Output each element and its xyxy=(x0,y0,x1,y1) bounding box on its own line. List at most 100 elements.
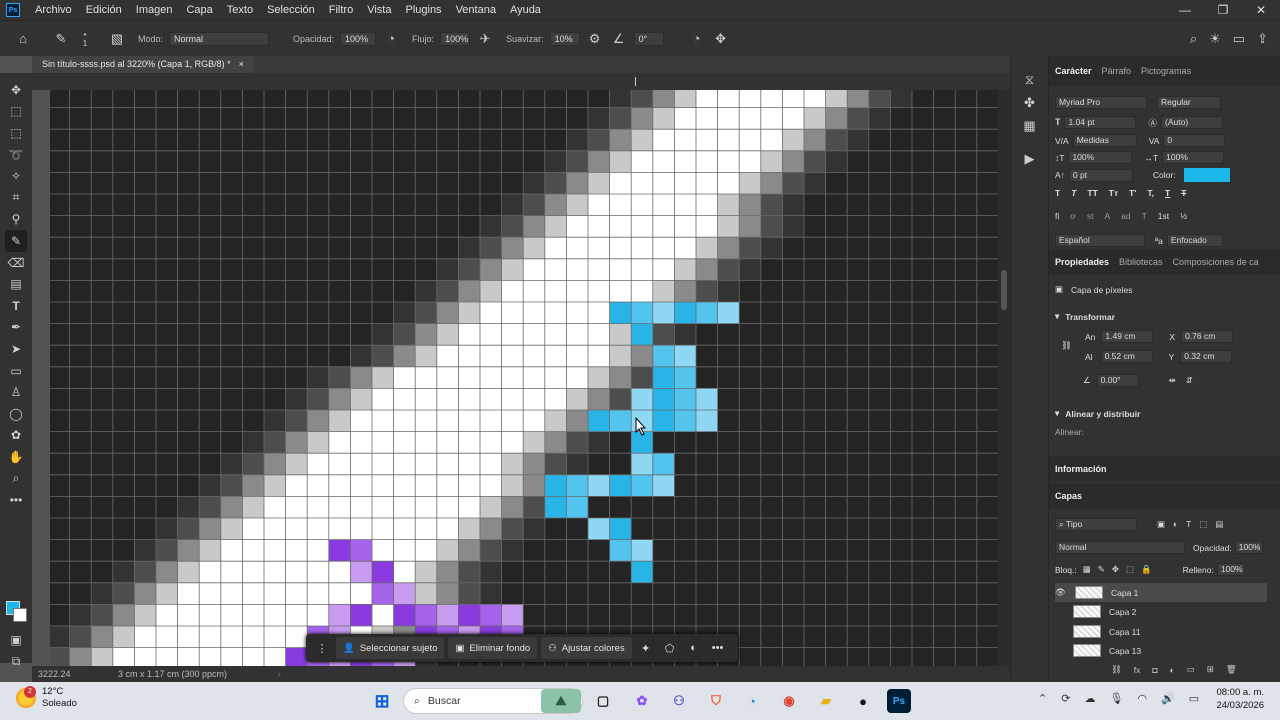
flip-vertical-icon[interactable]: ⇵ xyxy=(1186,375,1193,386)
layer-style-icon[interactable]: fx xyxy=(1134,665,1141,675)
battery-icon[interactable]: ▭ xyxy=(1189,692,1199,705)
horizontal-scale-input[interactable]: 100% xyxy=(1162,151,1225,164)
new-group-icon[interactable]: ▭ xyxy=(1187,664,1195,675)
layer-filter-select[interactable]: ⌕ Tipo xyxy=(1055,518,1137,531)
superscript-button[interactable]: T' xyxy=(1129,188,1136,198)
brush-tool-preset-icon[interactable]: ✎ xyxy=(52,30,70,48)
rectangle-tool-icon[interactable]: ▭ xyxy=(5,360,27,382)
pressure-opacity-icon[interactable]: ◔ xyxy=(382,30,400,48)
new-layer-icon[interactable]: ⊞ xyxy=(1207,664,1214,675)
font-style-select[interactable]: Regular xyxy=(1157,96,1221,109)
home-icon[interactable]: ⌂ xyxy=(14,30,32,48)
scroll-left-icon[interactable]: ‹ xyxy=(278,669,281,679)
drag-handle-icon[interactable]: ⋮ xyxy=(312,642,332,655)
tab-properties[interactable]: Propiedades xyxy=(1055,257,1109,267)
windows-start-icon[interactable]: ⊞ xyxy=(370,689,394,713)
menu-ventana[interactable]: Ventana xyxy=(449,4,503,16)
antialias-select[interactable]: Enfocado xyxy=(1166,234,1223,247)
menu-capa[interactable]: Capa xyxy=(179,4,219,16)
delete-layer-icon[interactable]: 🗑 xyxy=(1226,664,1237,675)
move-tool-icon[interactable]: ✥ xyxy=(5,79,27,101)
layer-row[interactable]: Capa 2 xyxy=(1073,602,1267,621)
remove-background-button[interactable]: ▣ Eliminar fondo xyxy=(448,637,538,659)
link-proportions-icon[interactable]: ⛓ xyxy=(1061,340,1072,351)
collapse-align-icon[interactable]: ▾ xyxy=(1055,408,1059,419)
opacity-input[interactable]: 100% xyxy=(340,31,377,46)
ellipse-tool-icon[interactable]: ◯ xyxy=(5,403,27,425)
share-icon[interactable]: ⇪ xyxy=(1257,31,1268,47)
tab-glyphs[interactable]: Pictogramas xyxy=(1141,66,1191,76)
menu-archivo[interactable]: Archivo xyxy=(28,4,79,16)
tab-libraries[interactable]: Bibliotecas xyxy=(1119,257,1163,267)
chrome-browser-icon[interactable]: ◉ xyxy=(777,689,801,713)
menu-seleccion[interactable]: Selección xyxy=(260,4,322,16)
all-caps-button[interactable]: TT xyxy=(1087,188,1097,198)
workspace-icon[interactable]: ▭ xyxy=(1233,31,1245,47)
weather-widget[interactable]: 2 12°C Soleado xyxy=(16,686,77,710)
fractions-button[interactable]: ½ xyxy=(1180,211,1187,221)
discretionary-ligatures-button[interactable]: st xyxy=(1087,211,1094,221)
tray-chevron-icon[interactable]: ⌃ xyxy=(1038,692,1047,705)
mask-icon[interactable]: ◐ xyxy=(684,642,704,654)
fill-input[interactable]: 100% xyxy=(1216,563,1245,576)
tracking-input[interactable]: 0 xyxy=(1163,134,1226,147)
language-select[interactable]: Español xyxy=(1055,234,1145,247)
layers-panel-header[interactable]: Capas xyxy=(1049,483,1280,509)
pressure-size-icon[interactable]: ◔ xyxy=(688,30,706,48)
lock-icons[interactable]: ▦✎✥⬚🔒 xyxy=(1083,564,1159,575)
flow-input[interactable]: 100% xyxy=(440,31,471,46)
artboard-tool-icon[interactable]: ⬚ xyxy=(5,101,27,123)
magic-wand-tool-icon[interactable]: ✧ xyxy=(5,165,27,187)
layer-opacity-input[interactable]: 100% xyxy=(1234,541,1263,554)
type-tool-icon[interactable]: T xyxy=(5,295,27,317)
transform-icon[interactable]: ⬠ xyxy=(660,642,680,655)
copilot-icon[interactable]: ✿ xyxy=(630,689,654,713)
kerning-select[interactable]: Medidas xyxy=(1072,134,1137,147)
airbrush-icon[interactable]: ✈ xyxy=(476,30,494,48)
collapse-icon[interactable]: ▾ xyxy=(1055,311,1059,322)
brush-tool-icon[interactable]: ✎ xyxy=(5,230,27,252)
color-wheel-icon[interactable]: ✤ xyxy=(1024,95,1035,111)
vertical-scale-input[interactable]: 100% xyxy=(1068,151,1133,164)
subscript-button[interactable]: T, xyxy=(1147,188,1154,198)
mode-select[interactable]: Normal xyxy=(169,31,270,46)
symmetry-icon[interactable]: ✥ xyxy=(712,30,730,48)
menu-ayuda[interactable]: Ayuda xyxy=(503,4,548,16)
maximize-icon[interactable]: ❐ xyxy=(1204,0,1242,20)
old-style-button[interactable]: ơ xyxy=(1070,211,1076,221)
layer-filter-icons[interactable]: ▣◐T⬚▤ xyxy=(1157,519,1231,530)
faux-italic-button[interactable]: T xyxy=(1071,188,1076,198)
document-tab[interactable]: Sin título-ssss.psd al 3220% (Capa 1, RG… xyxy=(32,56,254,73)
layer-row[interactable]: Capa 13 xyxy=(1073,641,1267,660)
close-window-icon[interactable]: ✕ xyxy=(1242,0,1280,20)
menu-vista[interactable]: Vista xyxy=(360,4,398,16)
more-options-icon[interactable]: ••• xyxy=(708,642,728,654)
link-layers-icon[interactable]: ⛓ xyxy=(1111,664,1122,675)
gradient-tool-icon[interactable]: ▤ xyxy=(5,273,27,295)
zoom-level[interactable]: 3222.24 xyxy=(38,669,118,679)
generative-icon[interactable]: ✦ xyxy=(636,642,656,655)
small-caps-button[interactable]: Tт xyxy=(1109,188,1118,198)
eraser-tool-icon[interactable]: ⌫ xyxy=(5,252,27,274)
quick-mask-icon[interactable]: ▣ xyxy=(5,629,27,651)
sync-icon[interactable]: ⟳ xyxy=(1061,692,1070,705)
tab-character[interactable]: Carácter xyxy=(1055,66,1092,76)
eyedropper-tool-icon[interactable]: ⚲ xyxy=(5,209,27,231)
taskbar-clock[interactable]: 08:00 a. m. 24/03/2026 xyxy=(1216,686,1264,712)
discover-icon[interactable]: ☀ xyxy=(1209,31,1221,47)
visibility-eye-icon[interactable]: 👁 xyxy=(1055,587,1067,598)
task-view-icon[interactable]: ▢ xyxy=(591,689,615,713)
vertical-scrollbar[interactable] xyxy=(998,90,1010,666)
height-input[interactable]: 0.52 cm xyxy=(1100,350,1153,363)
history-icon[interactable]: ⧖ xyxy=(1025,72,1034,88)
swatches-grid-icon[interactable]: ▦ xyxy=(1023,118,1035,134)
stylistic-alternates-button[interactable]: ad xyxy=(1121,211,1130,221)
widgets-landscape-icon[interactable]: ⛰ xyxy=(541,689,581,713)
custom-shape-tool-icon[interactable]: ✿ xyxy=(5,425,27,447)
minimize-icon[interactable]: — xyxy=(1166,0,1204,20)
layer-row-active[interactable]: 👁 Capa 1 xyxy=(1055,583,1267,602)
menu-edicion[interactable]: Edición xyxy=(79,4,129,16)
brush-settings-icon[interactable]: ▧ xyxy=(108,30,126,48)
hand-tool-icon[interactable]: ✋ xyxy=(5,446,27,468)
baseline-input[interactable]: 0 pt xyxy=(1068,168,1133,182)
